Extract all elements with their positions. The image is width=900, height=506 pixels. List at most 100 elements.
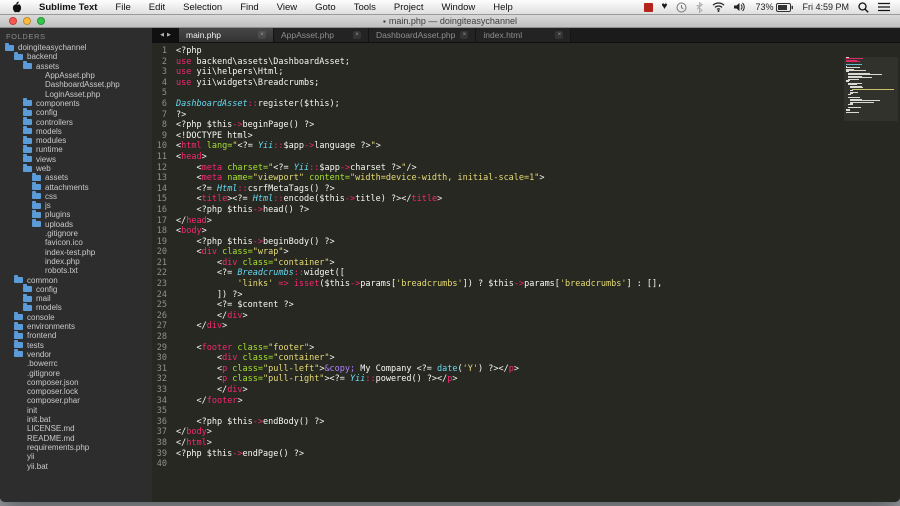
- code-line-16: 16 <?php $this->head() ?>: [152, 205, 900, 216]
- tree-item-label: components: [36, 98, 80, 108]
- line-number: 31: [156, 363, 167, 374]
- tree-file-favicon.ico[interactable]: favicon.ico: [0, 238, 152, 247]
- tab-main.php[interactable]: main.php ×: [179, 28, 274, 42]
- tree-folder-assets[interactable]: assets: [0, 61, 152, 71]
- menu-item-tools[interactable]: Tools: [345, 0, 385, 15]
- window-title-bar[interactable]: ▪ main.php — doingiteasychannel: [0, 15, 900, 28]
- tab-scroll-left-icon[interactable]: ◀: [160, 32, 164, 38]
- menu-item-selection[interactable]: Selection: [174, 0, 231, 15]
- apple-menu-icon[interactable]: [0, 1, 30, 13]
- tree-folder-common[interactable]: common: [0, 275, 152, 285]
- tree-item-label: .gitignore: [27, 368, 60, 378]
- tree-folder-assets[interactable]: assets: [0, 172, 152, 182]
- tree-file-appasset.php[interactable]: AppAsset.php: [0, 71, 152, 80]
- tab-close-icon[interactable]: ×: [460, 31, 469, 39]
- tree-folder-uploads[interactable]: uploads: [0, 219, 152, 229]
- tree-file-yii.bat[interactable]: yii.bat: [0, 461, 152, 471]
- minimap[interactable]: [844, 57, 898, 121]
- tab-dashboardasset.php[interactable]: DashboardAsset.php ×: [369, 28, 477, 42]
- tree-folder-components[interactable]: components: [0, 98, 152, 108]
- tree-file-.gitignore[interactable]: .gitignore: [0, 229, 152, 238]
- tree-folder-vendor[interactable]: vendor: [0, 349, 152, 359]
- tree-folder-frontend[interactable]: frontend: [0, 330, 152, 340]
- tree-file-loginasset.php[interactable]: LoginAsset.php: [0, 89, 152, 99]
- tree-file-init.bat[interactable]: init.bat: [0, 415, 152, 424]
- red-square-menu-icon[interactable]: [643, 2, 653, 12]
- menu-clock-label[interactable]: Fri 4:59 PM: [802, 2, 849, 12]
- tab-close-icon[interactable]: ×: [258, 31, 266, 39]
- tree-folder-config[interactable]: config: [0, 107, 152, 117]
- folders-header: FOLDERS: [6, 32, 46, 41]
- menu-item-edit[interactable]: Edit: [140, 0, 174, 15]
- tree-file-.bowerrc[interactable]: .bowerrc: [0, 359, 152, 368]
- tree-folder-plugins[interactable]: plugins: [0, 209, 152, 219]
- code-line-24: 24 ]) ?>: [152, 290, 900, 301]
- tree-folder-modules[interactable]: modules: [0, 135, 152, 145]
- tab-appasset.php[interactable]: AppAsset.php ×: [274, 28, 369, 42]
- tab-close-icon[interactable]: ×: [353, 31, 361, 39]
- code-line-8: 8 <?php $this->beginPage() ?>: [152, 120, 900, 131]
- tree-folder-css[interactable]: css: [0, 191, 152, 201]
- notification-center-icon[interactable]: [878, 2, 890, 12]
- folder-icon: [23, 163, 32, 172]
- wifi-icon[interactable]: [712, 2, 725, 12]
- tab-scroll-right-icon[interactable]: ▶: [167, 32, 171, 38]
- tree-file-composer.json[interactable]: composer.json: [0, 378, 152, 387]
- line-number: 37: [156, 427, 167, 438]
- heart-menu-icon[interactable]: ♥: [662, 2, 668, 12]
- tree-folder-backend[interactable]: backend: [0, 51, 152, 61]
- tree-file-dashboardasset.php[interactable]: DashboardAsset.php: [0, 80, 152, 89]
- tree-file-license.md[interactable]: LICENSE.md: [0, 424, 152, 433]
- folder-icon: [14, 51, 23, 60]
- tree-file-index-test.php[interactable]: index-test.php: [0, 248, 152, 257]
- tree-folder-config[interactable]: config: [0, 284, 152, 294]
- tree-file-composer.lock[interactable]: composer.lock: [0, 387, 152, 396]
- tree-folder-models[interactable]: models: [0, 126, 152, 136]
- line-number: 32: [156, 374, 167, 385]
- tree-file-init[interactable]: init: [0, 406, 152, 415]
- folder-icon: [23, 98, 32, 107]
- menu-item-goto[interactable]: Goto: [306, 0, 345, 15]
- menu-item-sublime-text[interactable]: Sublime Text: [30, 0, 106, 15]
- tree-file-index.php[interactable]: index.php: [0, 257, 152, 266]
- tree-folder-web[interactable]: web: [0, 163, 152, 173]
- tree-folder-models[interactable]: models: [0, 302, 152, 312]
- spotlight-search-icon[interactable]: [858, 1, 869, 13]
- line-number: 10: [156, 141, 167, 152]
- tree-folder-views[interactable]: views: [0, 154, 152, 164]
- menu-item-window[interactable]: Window: [432, 0, 484, 15]
- tree-file-composer.phar[interactable]: composer.phar: [0, 396, 152, 405]
- tree-file-yii[interactable]: yii: [0, 452, 152, 461]
- volume-icon[interactable]: [734, 2, 746, 12]
- battery-indicator[interactable]: 73%: [755, 2, 794, 12]
- tree-folder-tests[interactable]: tests: [0, 340, 152, 350]
- tree-folder-console[interactable]: console: [0, 312, 152, 322]
- menu-item-project[interactable]: Project: [385, 0, 433, 15]
- tree-file-robots.txt[interactable]: robots.txt: [0, 266, 152, 275]
- tree-folder-mail[interactable]: mail: [0, 293, 152, 303]
- line-number: 13: [156, 173, 167, 184]
- tree-folder-controllers[interactable]: controllers: [0, 117, 152, 127]
- tree-folder-environments[interactable]: environments: [0, 321, 152, 331]
- tree-folder-runtime[interactable]: runtime: [0, 144, 152, 154]
- tree-folder-attachments[interactable]: attachments: [0, 182, 152, 192]
- line-number: 14: [156, 183, 167, 194]
- tree-file-readme.md[interactable]: README.md: [0, 433, 152, 443]
- bluetooth-icon[interactable]: [696, 1, 704, 13]
- tree-file-requirements.php[interactable]: requirements.php: [0, 443, 152, 452]
- code-text: <div class="container">: [176, 353, 335, 364]
- clock-icon[interactable]: [676, 2, 687, 13]
- tree-item-label: DashboardAsset.php: [45, 80, 120, 90]
- tree-folder-doingiteasychannel[interactable]: doingiteasychannel: [0, 42, 152, 52]
- code-line-3: 3 use yii\helpers\Html;: [152, 67, 900, 78]
- tab-close-icon[interactable]: ×: [555, 31, 564, 39]
- code-editor[interactable]: 1 <?php 2 use backend\assets\DashboardAsset…: [152, 43, 900, 502]
- tree-file-.gitignore[interactable]: .gitignore: [0, 368, 152, 378]
- menu-item-help[interactable]: Help: [484, 0, 522, 15]
- tab-index.html[interactable]: index.html ×: [476, 28, 572, 42]
- tree-folder-js[interactable]: js: [0, 200, 152, 210]
- menu-item-find[interactable]: Find: [231, 0, 267, 15]
- folder-icon: [23, 284, 32, 293]
- menu-item-view[interactable]: View: [268, 0, 306, 15]
- menu-item-file[interactable]: File: [106, 0, 139, 15]
